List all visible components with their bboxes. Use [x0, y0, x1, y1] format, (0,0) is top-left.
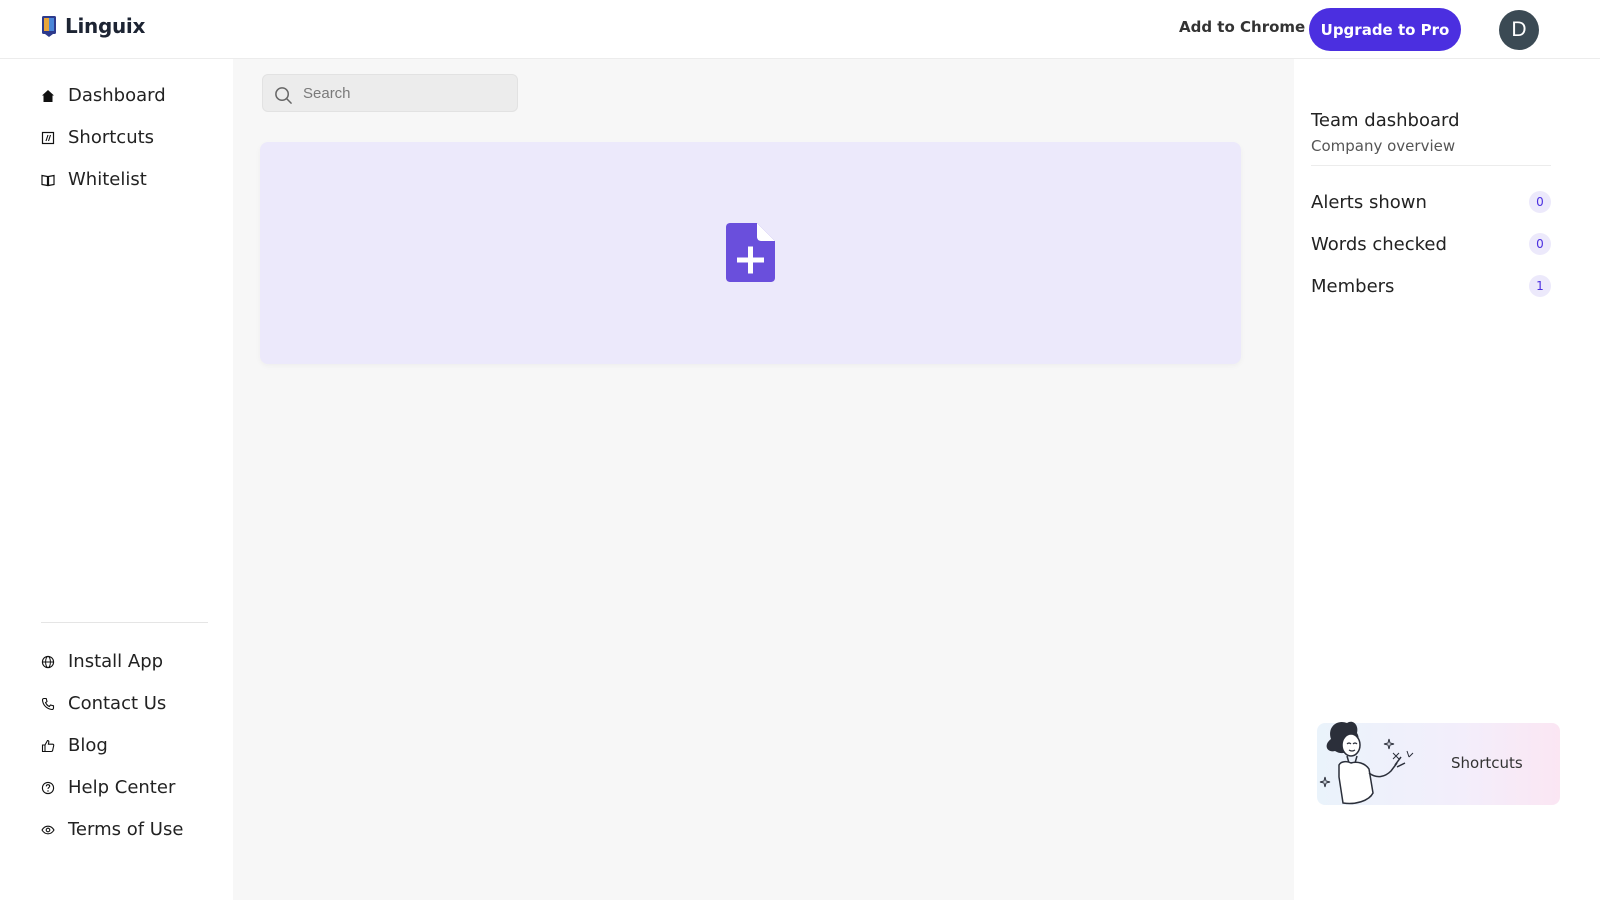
sidebar-item-label: Shortcuts	[68, 127, 155, 148]
stat-label: Words checked	[1311, 233, 1447, 255]
new-document-card[interactable]	[260, 142, 1241, 364]
right-panel: Team dashboard Company overview Alerts s…	[1294, 59, 1600, 900]
home-icon	[41, 89, 55, 103]
logo-text: Linguix	[65, 14, 146, 38]
sidebar-item-label: Terms of Use	[68, 819, 184, 840]
stat-words-checked: Words checked 0	[1311, 232, 1551, 256]
question-circle-icon	[41, 781, 55, 795]
stat-count-badge: 0	[1529, 233, 1551, 255]
sidebar-item-contact-us[interactable]: Contact Us	[41, 693, 166, 714]
panel-divider	[1311, 165, 1551, 166]
stat-alerts-shown: Alerts shown 0	[1311, 190, 1551, 214]
stat-count-badge: 1	[1529, 275, 1551, 297]
upgrade-to-pro-button[interactable]: Upgrade to Pro	[1309, 8, 1461, 51]
sidebar-item-label: Help Center	[68, 777, 176, 798]
sidebar-divider	[41, 622, 208, 623]
search-box	[262, 74, 518, 112]
sidebar-item-dashboard[interactable]: Dashboard	[41, 85, 166, 106]
search-input[interactable]	[303, 75, 513, 111]
sidebar-item-label: Install App	[68, 651, 164, 672]
top-bar: Linguix Add to Chrome Upgrade to Pro D	[0, 0, 1600, 59]
sidebar-item-help-center[interactable]: Help Center	[41, 777, 175, 798]
sidebar-item-install-app[interactable]: Install App	[41, 651, 163, 672]
search-icon	[275, 87, 292, 104]
sidebar-item-whitelist[interactable]: Whitelist	[41, 169, 147, 190]
sidebar-item-label: Contact Us	[68, 693, 167, 714]
sidebar-item-label: Whitelist	[68, 169, 147, 190]
team-dashboard-title: Team dashboard	[1311, 110, 1460, 131]
phone-icon	[41, 697, 55, 711]
sidebar-item-label: Dashboard	[68, 85, 166, 106]
sidebar-item-blog[interactable]: Blog	[41, 735, 108, 756]
add-to-chrome-link[interactable]: Add to Chrome	[1179, 18, 1305, 36]
sidebar-item-label: Blog	[68, 735, 108, 756]
shortcuts-promo-card[interactable]: Shortcuts	[1317, 721, 1560, 805]
book-icon	[41, 173, 55, 187]
thumbs-up-icon	[41, 739, 55, 753]
stat-label: Alerts shown	[1311, 191, 1427, 213]
sidebar-item-shortcuts[interactable]: Shortcuts	[41, 127, 154, 148]
stat-members: Members 1	[1311, 274, 1551, 298]
stat-label: Members	[1311, 275, 1395, 297]
eye-icon	[41, 823, 55, 837]
linguix-logo-icon	[42, 16, 56, 37]
main-content	[233, 59, 1294, 900]
sidebar-item-terms-of-use[interactable]: Terms of Use	[41, 819, 183, 840]
globe-icon	[41, 655, 55, 669]
logo[interactable]: Linguix	[41, 14, 145, 38]
team-dashboard-subtitle: Company overview	[1311, 137, 1456, 155]
avatar[interactable]: D	[1499, 10, 1539, 50]
stat-count-badge: 0	[1529, 191, 1551, 213]
file-plus-icon	[726, 223, 775, 282]
sidebar: Dashboard Shortcuts Whitelist Install Ap…	[0, 59, 233, 900]
shortcuts-icon	[41, 131, 55, 145]
person-illustration-icon	[1319, 721, 1414, 805]
shortcuts-card-label: Shortcuts	[1451, 754, 1523, 772]
